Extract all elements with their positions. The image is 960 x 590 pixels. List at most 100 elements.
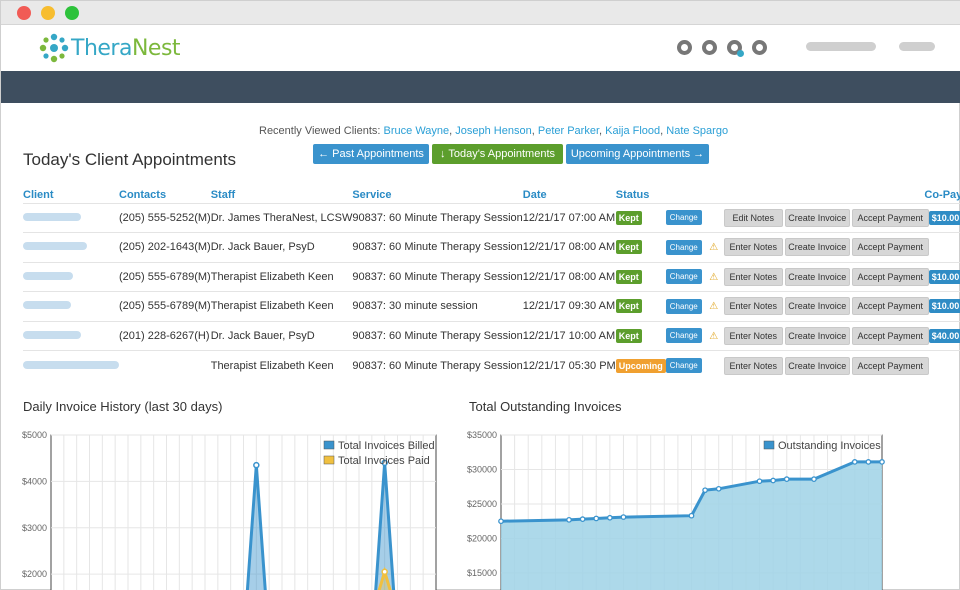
notes-button[interactable]: Enter Notes [723, 326, 783, 345]
notes-button[interactable]: Enter Notes [723, 238, 783, 257]
staff-cell: Therapist Elizabeth Keen [210, 261, 353, 292]
client-name-link[interactable] [23, 242, 87, 251]
accept-payment-button[interactable]: Accept Payment [851, 267, 929, 286]
logo-mark-icon [39, 33, 69, 63]
notes-button[interactable]: Edit Notes [723, 208, 783, 227]
client-name-link[interactable] [23, 360, 119, 369]
date-cell: 12/21/17 05:30 PM [522, 350, 616, 380]
change-status-button[interactable]: Change [665, 328, 702, 344]
change-status-button[interactable]: Change [665, 269, 702, 285]
contacts-cell: (205) 555-6789(M) [119, 261, 211, 292]
legend-label: Total Invoices Paid [338, 455, 430, 467]
data-point [702, 487, 708, 494]
maximize-window-button[interactable] [65, 6, 79, 20]
client-name-cell[interactable] [23, 320, 119, 351]
column-header-status[interactable]: Status [616, 187, 666, 203]
client-name-cell[interactable] [23, 202, 119, 233]
notes-button[interactable]: Enter Notes [723, 267, 783, 286]
recent-client-link[interactable]: Kaija Flood [605, 125, 660, 137]
contacts-cell: (201) 228-6267(H) [119, 320, 211, 351]
recent-client-link[interactable]: Peter Parker [538, 125, 599, 137]
column-header-client[interactable]: Client [23, 187, 119, 203]
status-cell: Upcoming [615, 350, 666, 380]
top-header: TheraNest [1, 25, 960, 71]
accept-payment-button[interactable]: Accept Payment [851, 356, 929, 375]
header-circle-icon[interactable] [677, 40, 692, 55]
table-header-row: Client Contacts Staff Service Date Statu… [23, 187, 960, 203]
date-cell: 12/21/17 09:30 AM [522, 291, 616, 321]
outstanding-invoices-chart: $35000 $30000 $25000 $20000 $15000 Outstandin… [467, 430, 885, 590]
upcoming-appointments-button[interactable]: Upcoming Appointments → [566, 144, 709, 164]
legend-label: Total Invoices Billed [338, 440, 435, 452]
theranest-logo[interactable]: TheraNest [39, 33, 181, 63]
user-menu-placeholder[interactable] [806, 42, 876, 51]
notes-button[interactable]: Enter Notes [723, 297, 783, 316]
status-cell: Kept [615, 320, 666, 351]
warning-icon: ⚠ [709, 301, 719, 313]
data-point [566, 516, 572, 523]
legend-swatch [763, 440, 775, 450]
y-tick-label: $30000 [467, 464, 497, 474]
client-name-cell[interactable] [23, 291, 119, 321]
column-header-date[interactable]: Date [523, 187, 616, 203]
logout-placeholder[interactable] [899, 42, 935, 51]
data-point [381, 568, 388, 576]
column-header-copay[interactable]: Co-Pay [850, 187, 960, 203]
accept-payment-button[interactable]: Accept Payment [851, 208, 929, 227]
create-invoice-button[interactable]: Create Invoice [784, 208, 850, 227]
past-appointments-button[interactable]: ← Past Appointments [313, 144, 429, 164]
client-name-link[interactable] [23, 330, 81, 339]
accept-payment-button[interactable]: Accept Payment [851, 238, 929, 257]
status-badge: Kept [615, 240, 642, 255]
table-row: Therapist Elizabeth Keen 90837: 60 Minute… [23, 350, 960, 380]
todays-appointments-button[interactable]: ↓ Today's Appointments [432, 144, 563, 164]
y-tick-label: $5000 [22, 430, 47, 440]
client-name-cell[interactable] [23, 350, 119, 380]
create-invoice-button[interactable]: Create Invoice [784, 238, 850, 257]
status-badge: Kept [615, 299, 642, 314]
client-name-cell[interactable] [23, 261, 119, 292]
client-name-cell[interactable] [23, 232, 119, 262]
client-name-link[interactable] [23, 271, 73, 280]
header-circle-icon[interactable] [702, 40, 717, 55]
recent-client-link[interactable]: Joseph Henson [455, 125, 531, 137]
notification-circle-icon[interactable] [727, 40, 744, 57]
recently-viewed-label: Recently Viewed Clients: [259, 125, 381, 137]
create-invoice-button[interactable]: Create Invoice [784, 326, 850, 345]
client-name-link[interactable] [23, 212, 81, 221]
data-point [756, 478, 763, 485]
client-name-link[interactable] [23, 301, 71, 310]
daily-invoice-chart-title: Daily Invoice History (last 30 days) [23, 399, 223, 414]
table-row: (201) 228-6267(H) Dr. Jack Bauer, PsyD 908… [23, 320, 960, 351]
close-window-button[interactable] [17, 6, 31, 20]
change-status-button[interactable]: Change [665, 239, 702, 255]
notes-button[interactable]: Enter Notes [723, 356, 783, 375]
date-cell: 12/21/17 07:00 AM [522, 202, 616, 233]
change-status-button[interactable]: Change [665, 210, 702, 226]
status-cell: Kept [615, 202, 666, 233]
minimize-window-button[interactable] [41, 6, 55, 20]
create-invoice-button[interactable]: Create Invoice [784, 267, 850, 286]
status-badge: Kept [615, 210, 642, 225]
column-header-contacts[interactable]: Contacts [119, 187, 211, 203]
create-invoice-button[interactable]: Create Invoice [784, 356, 850, 375]
data-point [688, 512, 695, 519]
legend-swatch [323, 455, 335, 465]
column-header-staff[interactable]: Staff [211, 187, 353, 203]
accept-payment-button[interactable]: Accept Payment [851, 326, 929, 345]
change-status-button[interactable]: Change [665, 298, 702, 314]
data-point [865, 459, 872, 465]
data-point [593, 515, 600, 522]
table-row: (205) 555-5252(M) Dr. James TheraNest, LC… [23, 202, 960, 233]
create-invoice-button[interactable]: Create Invoice [784, 297, 850, 316]
accept-payment-button[interactable]: Accept Payment [851, 297, 929, 316]
page-title: Today's Client Appointments [23, 150, 237, 169]
staff-cell: Dr. Jack Bauer, PsyD [210, 320, 353, 351]
recent-client-link[interactable]: Nate Spargo [666, 125, 728, 137]
change-status-button[interactable]: Change [665, 358, 702, 373]
recent-client-link[interactable]: Bruce Wayne [384, 125, 450, 137]
date-cell: 12/21/17 10:00 AM [522, 320, 616, 351]
column-header-service[interactable]: Service [352, 187, 522, 203]
data-point [770, 477, 776, 484]
header-circle-icon[interactable] [752, 40, 767, 55]
